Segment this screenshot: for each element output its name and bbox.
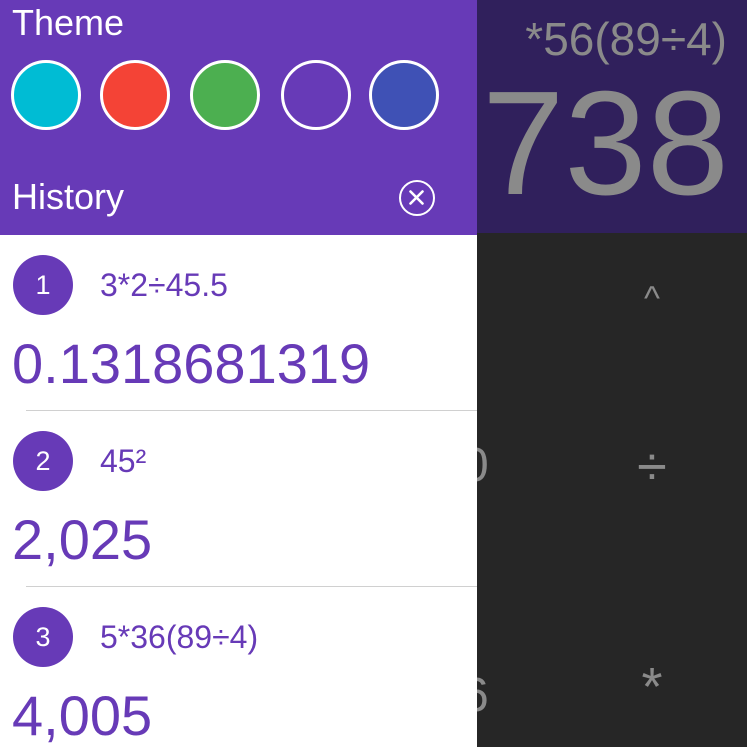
calculator-expression: *56(89÷4) xyxy=(525,13,727,65)
close-icon xyxy=(409,190,424,205)
calculator-result: 738 xyxy=(482,61,729,226)
theme-swatch-purple[interactable] xyxy=(281,60,351,130)
history-expression: 5*36(89÷4) xyxy=(100,619,259,655)
history-index-badge: 3 xyxy=(13,607,73,667)
history-item[interactable]: 3 5*36(89÷4) 4,005 xyxy=(0,587,477,747)
history-item[interactable]: 1 3*2÷45.5 0.1318681319 xyxy=(0,235,477,411)
multiply-key[interactable]: * xyxy=(592,656,712,718)
divide-key[interactable]: ÷ xyxy=(592,436,712,498)
clear-history-button[interactable] xyxy=(399,180,435,216)
history-result: 0.1318681319 xyxy=(12,332,371,395)
history-result: 2,025 xyxy=(12,508,153,571)
history-index-badge: 2 xyxy=(13,431,73,491)
history-drawer: Theme History 1 3*2÷45.5 0.1318681319 2 … xyxy=(0,0,477,747)
theme-swatch-green[interactable] xyxy=(190,60,260,130)
history-result: 4,005 xyxy=(12,684,153,747)
theme-title: Theme xyxy=(12,2,125,43)
theme-swatch-red[interactable] xyxy=(100,60,170,130)
history-title: History xyxy=(12,176,125,217)
drawer-header: Theme History xyxy=(0,0,477,235)
history-index-badge: 1 xyxy=(13,255,73,315)
history-expression: 3*2÷45.5 xyxy=(100,267,228,303)
theme-swatch-indigo[interactable] xyxy=(369,60,439,130)
history-item[interactable]: 2 45² 2,025 xyxy=(0,411,477,587)
history-expression: 45² xyxy=(100,443,147,479)
power-key[interactable]: ^ xyxy=(592,280,712,319)
history-list: 1 3*2÷45.5 0.1318681319 2 45² 2,025 3 5*… xyxy=(0,235,477,747)
theme-swatch-cyan[interactable] xyxy=(11,60,81,130)
